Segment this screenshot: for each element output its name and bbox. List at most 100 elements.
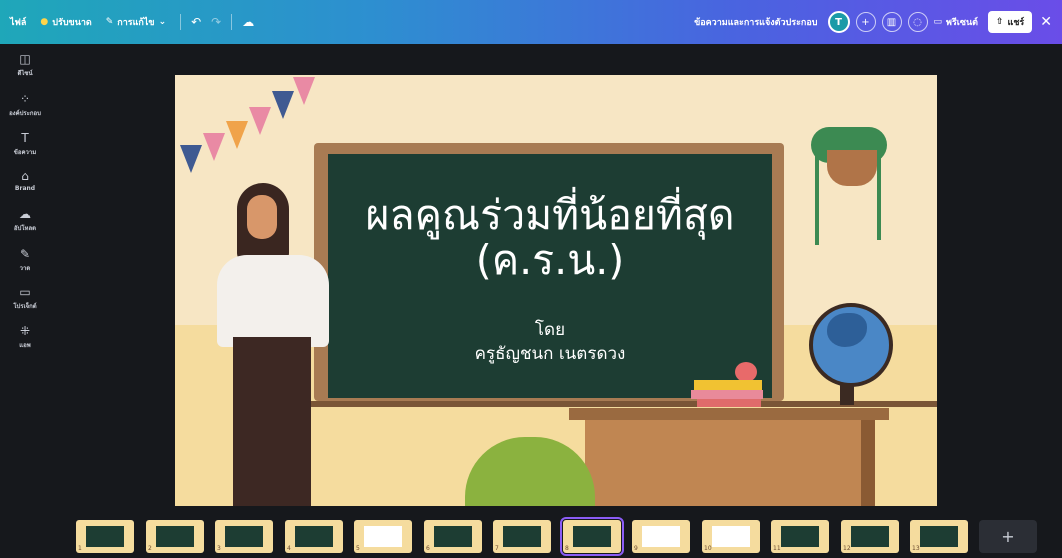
- cloud-saved-icon[interactable]: ☁: [242, 15, 254, 29]
- sidebar-item-label: Brand: [14, 185, 36, 192]
- thumbnail-board: [920, 526, 958, 547]
- page-number: 8: [565, 545, 569, 552]
- thumbnail-board: [573, 526, 611, 547]
- desk-side: [861, 420, 875, 506]
- sidebar-item-apps[interactable]: ⁜ แอพ: [0, 324, 50, 350]
- sidebar-item-brand[interactable]: ⌂ Brand: [0, 169, 50, 192]
- slide-title[interactable]: ผลคูณร่วมที่น้อยที่สุด (ค.ร.น.): [328, 193, 772, 283]
- slide-canvas[interactable]: ผลคูณร่วมที่น้อยที่สุด (ค.ร.น.) โดย ครูธ…: [175, 75, 937, 506]
- thumbnail-board: [434, 526, 472, 547]
- draw-icon: ✎: [19, 247, 31, 261]
- sidebar-item-projects[interactable]: ▭ โปรเจ็กต์: [0, 285, 50, 311]
- page-thumbnail[interactable]: 7: [493, 520, 551, 553]
- sidebar-item-design[interactable]: ◫ ดีไซน์: [0, 52, 50, 78]
- bunting-flag: [272, 91, 294, 119]
- redo-icon[interactable]: ↷: [211, 15, 221, 29]
- page-number: 2: [148, 545, 152, 552]
- page-thumbnail[interactable]: 3: [215, 520, 273, 553]
- thumbnail-board: [295, 526, 333, 547]
- slide-subtitle[interactable]: โดย ครูธัญชนก เนตรดวง: [328, 318, 772, 366]
- comment-icon[interactable]: ◌: [907, 12, 928, 32]
- sidebar-item-uploads[interactable]: ☁ อัปโหลด: [0, 207, 50, 233]
- brand-icon: ⌂: [21, 169, 29, 183]
- resize-button[interactable]: ● ปรับขนาด: [40, 15, 91, 29]
- globe-stand: [840, 385, 854, 405]
- bunting-flag: [180, 145, 202, 173]
- desk-body: [585, 420, 861, 506]
- edit-label: การแก้ไข: [117, 18, 155, 28]
- sidebar-item-draw[interactable]: ✎ วาด: [0, 247, 50, 273]
- file-menu[interactable]: ไฟล์: [10, 15, 26, 29]
- page-thumbnail[interactable]: 4: [285, 520, 343, 553]
- comments-link[interactable]: ข้อความและการแจ้งตัวประกอบ: [694, 15, 817, 29]
- thumbnail-board: [642, 526, 680, 547]
- sidebar-item-label: แอพ: [19, 342, 31, 349]
- undo-icon[interactable]: ↶: [191, 15, 201, 29]
- present-button[interactable]: ▭ พรีเซนต์: [934, 15, 978, 29]
- book: [691, 390, 763, 399]
- analytics-icon[interactable]: ▥: [881, 12, 902, 32]
- sidebar-item-elements[interactable]: ⁘ องค์ประกอบ: [0, 92, 50, 118]
- add-collaborator-icon[interactable]: +: [855, 12, 876, 32]
- top-toolbar: ไฟล์ ● ปรับขนาด ✎ การแก้ไข ⌄ ↶ ↷ ☁ ข้อคว…: [0, 0, 1062, 44]
- page-thumbnail[interactable]: 6: [424, 520, 482, 553]
- page-number: 4: [287, 545, 291, 552]
- upload-icon: ☁: [19, 207, 31, 221]
- sidebar-item-label: โปรเจ็กต์: [13, 303, 37, 310]
- book: [694, 380, 762, 390]
- page-thumbnail-active[interactable]: 8: [560, 517, 624, 556]
- thumbnail-board: [503, 526, 541, 547]
- plant-vine: [815, 155, 819, 245]
- sidebar-item-label: ข้อความ: [13, 149, 37, 156]
- resize-label: ปรับขนาด: [52, 18, 92, 28]
- thumbnail-board: [712, 526, 750, 547]
- plant-pot: [827, 150, 877, 186]
- page-thumbnail[interactable]: 11: [771, 520, 829, 553]
- sidebar-item-text[interactable]: T ข้อความ: [0, 131, 50, 157]
- add-page-button[interactable]: +: [979, 520, 1037, 553]
- page-thumbnail[interactable]: 5: [354, 520, 412, 553]
- share-label: แชร์: [1007, 18, 1025, 28]
- bunting-flag: [203, 133, 225, 161]
- sidebar-item-label: วาด: [19, 265, 31, 272]
- bunting-flag: [293, 77, 315, 105]
- text-icon: T: [21, 131, 29, 145]
- teacher-shirt: [217, 255, 329, 347]
- bunting-flag: [249, 107, 271, 135]
- projects-icon: ▭: [19, 285, 31, 299]
- page-thumbnail[interactable]: 9: [632, 520, 690, 553]
- page-number: 11: [773, 545, 781, 552]
- sidebar-item-label: องค์ประกอบ: [9, 110, 41, 117]
- share-button[interactable]: ⇧ แชร์: [987, 11, 1033, 33]
- elements-icon: ⁘: [19, 92, 31, 106]
- teacher-pants: [233, 337, 311, 506]
- page-thumbnail[interactable]: 13: [910, 520, 968, 553]
- page-number: 12: [843, 545, 851, 552]
- left-sidebar: ◫ ดีไซน์ ⁘ องค์ประกอบ T ข้อความ ⌂ Brand …: [0, 44, 60, 558]
- present-icon: ▭: [933, 17, 943, 27]
- toolbar-divider: [231, 14, 233, 30]
- page-number: 3: [217, 545, 221, 552]
- design-icon: ◫: [19, 52, 31, 66]
- page-thumbnail[interactable]: 12: [841, 520, 899, 553]
- toolbar-right: ข้อความและการแจ้งตัวประกอบ T + ▥ ◌ ▭ พรี…: [694, 0, 1052, 44]
- apple: [735, 362, 757, 382]
- bunting-flag: [226, 121, 248, 149]
- edit-mode-button[interactable]: ✎ การแก้ไข ⌄: [106, 15, 166, 29]
- avatar[interactable]: T: [827, 11, 850, 33]
- sidebar-item-label: ดีไซน์: [17, 70, 33, 77]
- by-label: โดย: [534, 320, 566, 340]
- close-icon[interactable]: ✕: [1040, 14, 1052, 30]
- page-number: 6: [426, 545, 430, 552]
- page-number: 9: [634, 545, 638, 552]
- page-thumbnail[interactable]: 10: [702, 520, 760, 553]
- slide-title-line1: ผลคูณร่วมที่น้อยที่สุด: [365, 191, 735, 239]
- thumbnail-board: [364, 526, 402, 547]
- page-thumbnail[interactable]: 2: [146, 520, 204, 553]
- author-name: ครูธัญชนก เนตรดวง: [474, 344, 626, 364]
- page-number: 10: [704, 545, 712, 552]
- page-number: 1: [78, 545, 82, 552]
- page-number: 5: [356, 545, 360, 552]
- page-thumbnail[interactable]: 1: [76, 520, 134, 553]
- desk-top: [569, 408, 889, 420]
